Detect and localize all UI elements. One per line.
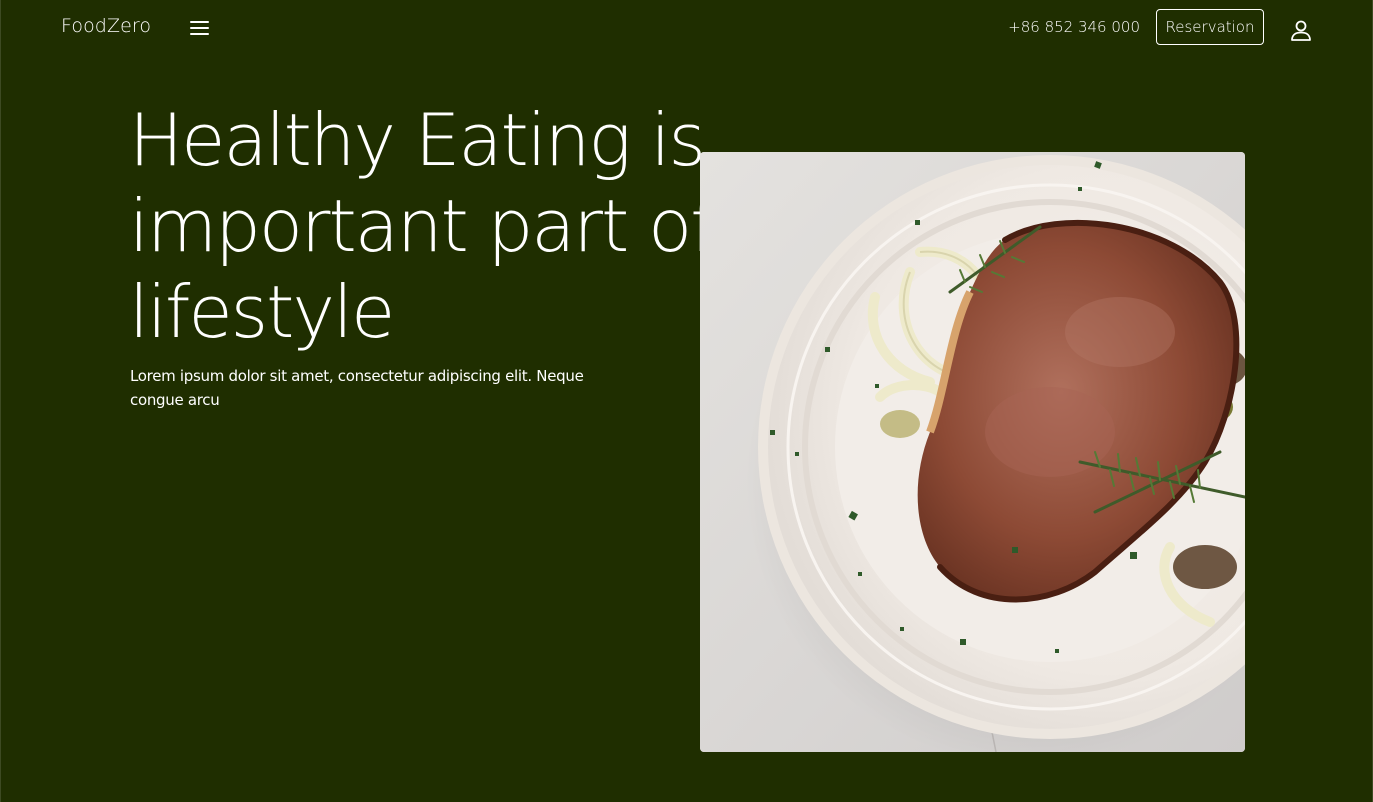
hero-subtitle: Lorem ipsum dolor sit amet, consectetur … [130, 367, 584, 409]
hamburger-menu-icon[interactable] [189, 19, 211, 37]
phone-number[interactable]: +86 852 346 000 [1008, 18, 1140, 36]
steak-dish-image [700, 152, 1245, 752]
brand-logo[interactable]: FoodZero [61, 15, 151, 37]
reservation-button[interactable]: Reservation [1156, 9, 1264, 45]
user-icon[interactable] [1290, 18, 1312, 42]
hero-title: Healthy Eating is important part of life… [129, 98, 716, 354]
